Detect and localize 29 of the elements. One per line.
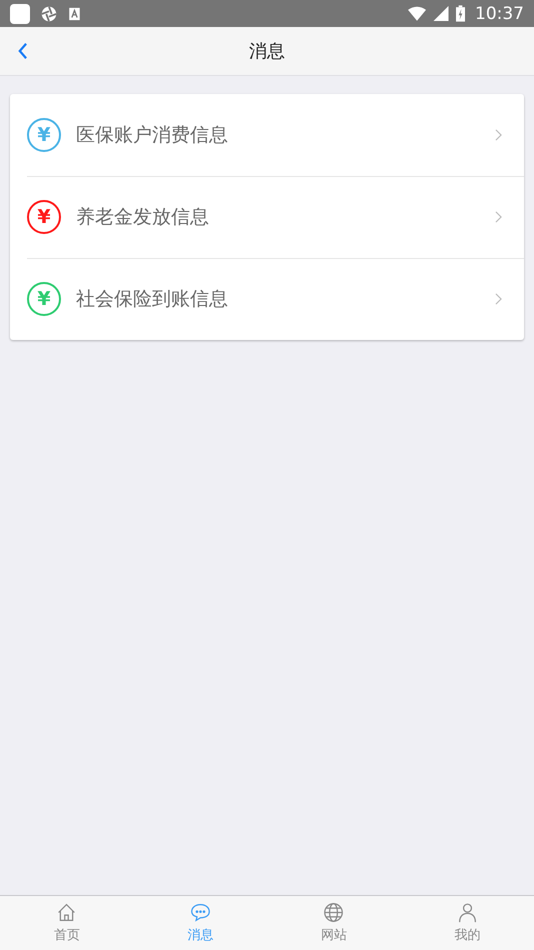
message-label: 医保账户消费信息 bbox=[76, 123, 229, 148]
chevron-icon bbox=[495, 129, 502, 141]
globe-icon bbox=[323, 902, 344, 923]
message-label: 养老金发放信息 bbox=[76, 205, 210, 230]
message-item[interactable]: ¥ 医保账户消费信息 bbox=[10, 94, 524, 176]
signal-icon bbox=[432, 6, 450, 21]
person-icon bbox=[456, 902, 478, 923]
chevron-icon bbox=[495, 211, 502, 223]
yuan-icon: ¥ bbox=[27, 200, 61, 234]
aperture-icon bbox=[40, 4, 58, 22]
clock-time: 10:37 bbox=[475, 4, 524, 24]
message-item[interactable]: ¥ 养老金发放信息 bbox=[10, 176, 524, 258]
notification-icon bbox=[10, 4, 30, 24]
document-icon bbox=[68, 6, 81, 20]
back-icon[interactable] bbox=[17, 42, 28, 60]
tab-item[interactable]: 网站 bbox=[267, 896, 400, 950]
yuan-icon: ¥ bbox=[27, 118, 61, 152]
chevron-icon bbox=[495, 293, 502, 305]
message-label: 社会保险到账信息 bbox=[76, 287, 229, 312]
battery-charging-icon bbox=[456, 5, 465, 22]
tab-item[interactable]: 消息 bbox=[134, 896, 267, 950]
tab-item[interactable]: 我的 bbox=[400, 896, 534, 950]
message-item[interactable]: ¥ 社会保险到账信息 bbox=[10, 258, 524, 340]
home-icon bbox=[56, 902, 78, 923]
wifi-icon bbox=[408, 6, 426, 21]
yuan-icon: ¥ bbox=[27, 282, 61, 316]
tab-item[interactable]: 首页 bbox=[0, 896, 134, 950]
chat-icon bbox=[190, 902, 211, 923]
page-title: 消息 bbox=[249, 40, 285, 63]
